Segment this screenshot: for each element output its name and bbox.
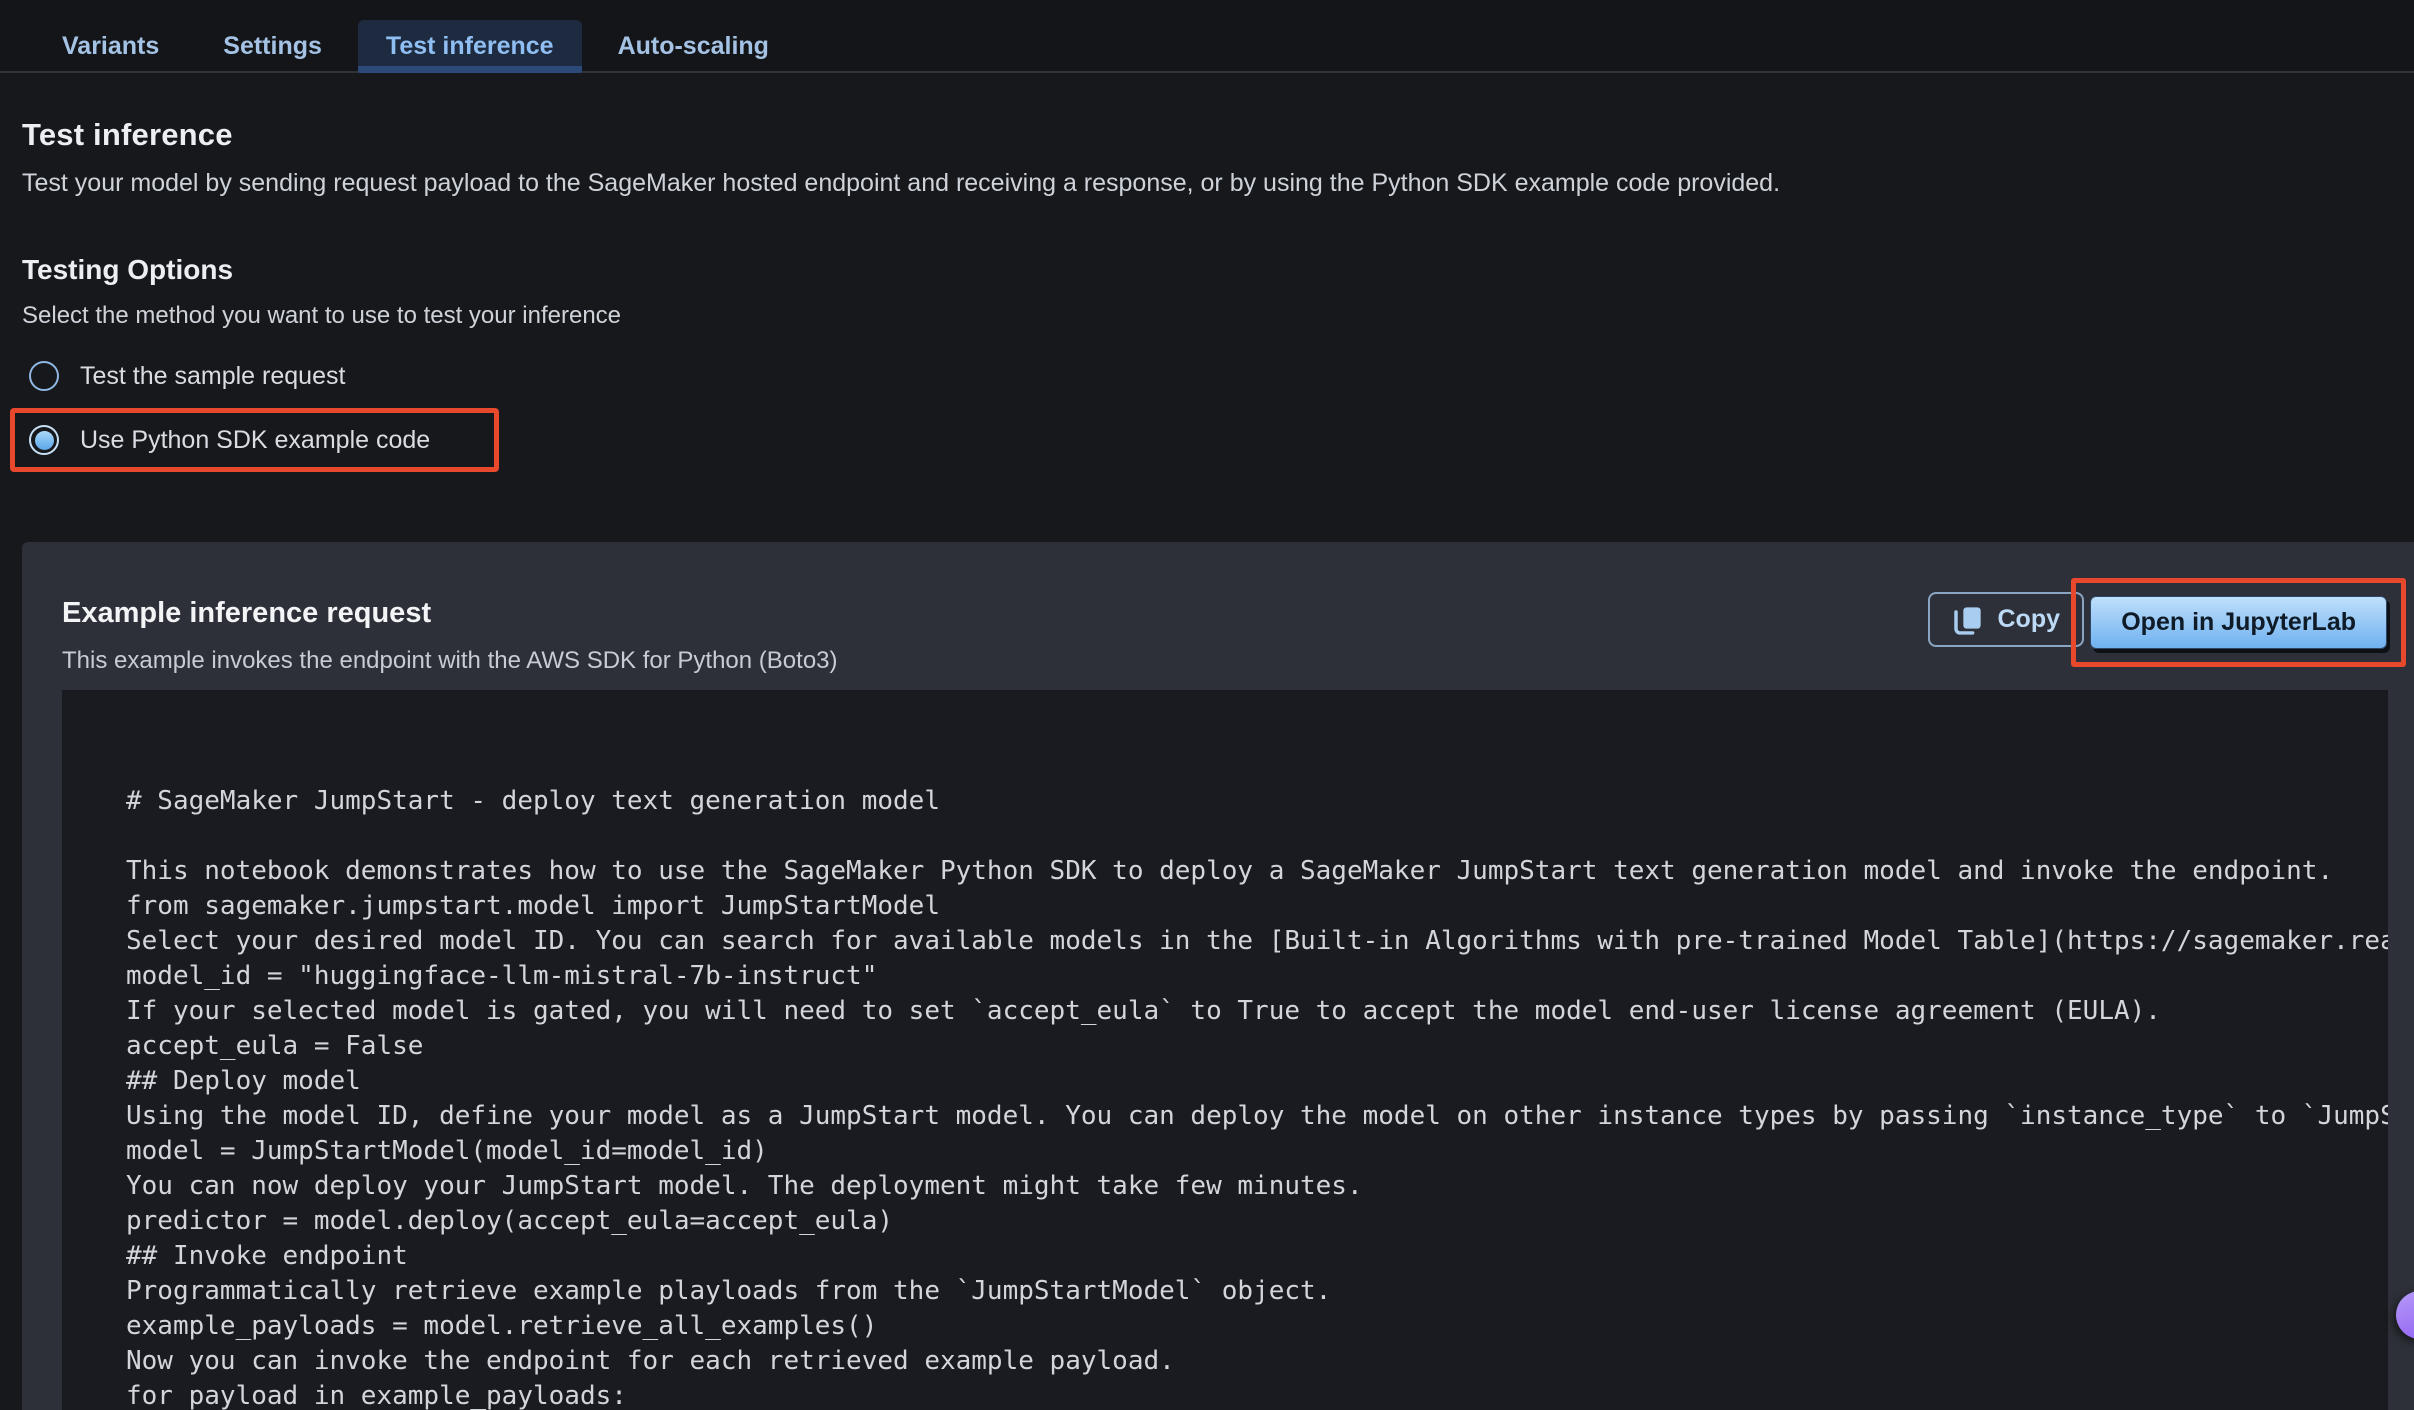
code-line: Select your desired model ID. You can se…: [126, 924, 2388, 959]
testing-options-radio-group: Test the sample request Use Python SDK e…: [10, 344, 2414, 472]
copy-button-label: Copy: [1998, 605, 2061, 634]
radio-label: Use Python SDK example code: [80, 426, 430, 455]
radio-dot: [35, 431, 54, 450]
code-block[interactable]: # SageMaker JumpStart - deploy text gene…: [62, 690, 2388, 1410]
page-description: Test your model by sending request paylo…: [22, 169, 2414, 198]
code-line: You can now deploy your JumpStart model.…: [126, 1169, 2388, 1204]
testing-options-subtitle: Select the method you want to use to tes…: [22, 302, 2414, 330]
radio-label: Test the sample request: [80, 362, 345, 391]
testing-options-title: Testing Options: [22, 254, 2414, 286]
code-line: ## Deploy model: [126, 1064, 2388, 1099]
code-line: model = JumpStartModel(model_id=model_id…: [126, 1134, 2388, 1169]
code-line: model_id = "huggingface-llm-mistral-7b-i…: [126, 959, 2388, 994]
page-title: Test inference: [22, 117, 2414, 153]
tab-auto-scaling[interactable]: Auto-scaling: [590, 20, 797, 73]
open-in-jupyterlab-button[interactable]: Open in JupyterLab: [2090, 596, 2387, 649]
tab-bar: Variants Settings Test inference Auto-sc…: [0, 0, 2414, 73]
copy-icon: [1952, 604, 1984, 636]
code-line: If your selected model is gated, you wil…: [126, 994, 2388, 1029]
radio-button[interactable]: [29, 425, 59, 455]
tab-test-inference[interactable]: Test inference: [358, 20, 582, 73]
code-line: accept_eula = False: [126, 1029, 2388, 1064]
annotation-box-open-jupyterlab: Open in JupyterLab: [2071, 578, 2406, 667]
radio-button[interactable]: [29, 361, 59, 391]
code-line: ## Invoke endpoint: [126, 1239, 2388, 1274]
code-line: predictor = model.deploy(accept_eula=acc…: [126, 1204, 2388, 1239]
example-inference-panel: Example inference request This example i…: [22, 542, 2414, 1410]
code-line: example_payloads = model.retrieve_all_ex…: [126, 1309, 2388, 1344]
main-content: Test inference Test your model by sendin…: [22, 117, 2414, 472]
code-line: Using the model ID, define your model as…: [126, 1099, 2388, 1134]
radio-option-test-the-sample-request[interactable]: Test the sample request: [10, 344, 414, 408]
tab-settings[interactable]: Settings: [195, 20, 350, 73]
copy-button[interactable]: Copy: [1928, 592, 2085, 647]
tab-variants[interactable]: Variants: [34, 20, 187, 73]
code-line: Programmatically retrieve example playlo…: [126, 1274, 2388, 1309]
code-line: # SageMaker JumpStart - deploy text gene…: [126, 784, 2388, 819]
code-line: This notebook demonstrates how to use th…: [126, 854, 2388, 889]
code-line: for payload in example_payloads:: [126, 1379, 2388, 1410]
code-line: Now you can invoke the endpoint for each…: [126, 1344, 2388, 1379]
code-line: from sagemaker.jumpstart.model import Ju…: [126, 889, 2388, 924]
code-line: [126, 819, 2388, 854]
radio-option-use-python-sdk-example-code[interactable]: Use Python SDK example code: [10, 408, 499, 472]
